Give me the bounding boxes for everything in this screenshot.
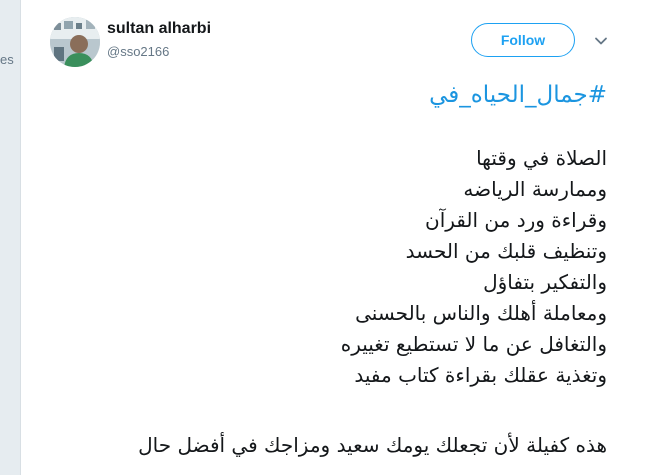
tweet-line: وتنظيف قلبك من الحسد <box>405 239 607 263</box>
tweet-line: وممارسة الرياضه <box>463 177 607 201</box>
tweet-line: الصلاة في وقتها <box>476 146 607 170</box>
user-handle[interactable]: @sso2166 <box>107 44 169 59</box>
tweet-line: ومعاملة أهلك والناس بالحسنى <box>355 301 607 325</box>
chevron-down-icon[interactable] <box>592 32 610 50</box>
tweet-text: الصلاة في وقتها وممارسة الرياضه وقراءة و… <box>81 143 607 391</box>
display-name[interactable]: sultan alharbi <box>107 20 211 38</box>
avatar[interactable] <box>50 17 100 67</box>
hashtag-link[interactable]: #جمال_الحياه_في <box>81 82 607 108</box>
tweet-closing-line: هذه كفيلة لأن تجعلك يومك سعيد ومزاجك في … <box>138 433 607 457</box>
tweet-line: وقراءة ورد من القرآن <box>425 208 607 232</box>
profile-photo <box>50 17 100 67</box>
tweet-line: وتغذية عقلك بقراءة كتاب مفيد <box>354 363 607 387</box>
background-page-text: es <box>0 52 14 67</box>
tweet-card: sultan alharbi @sso2166 Follow #جمال_الح… <box>20 0 654 475</box>
tweet-line: والتغافل عن ما لا تستطيع تغييره <box>340 332 607 356</box>
follow-button[interactable]: Follow <box>471 23 575 57</box>
tweet-line: والتفكير بتفاؤل <box>483 270 607 294</box>
